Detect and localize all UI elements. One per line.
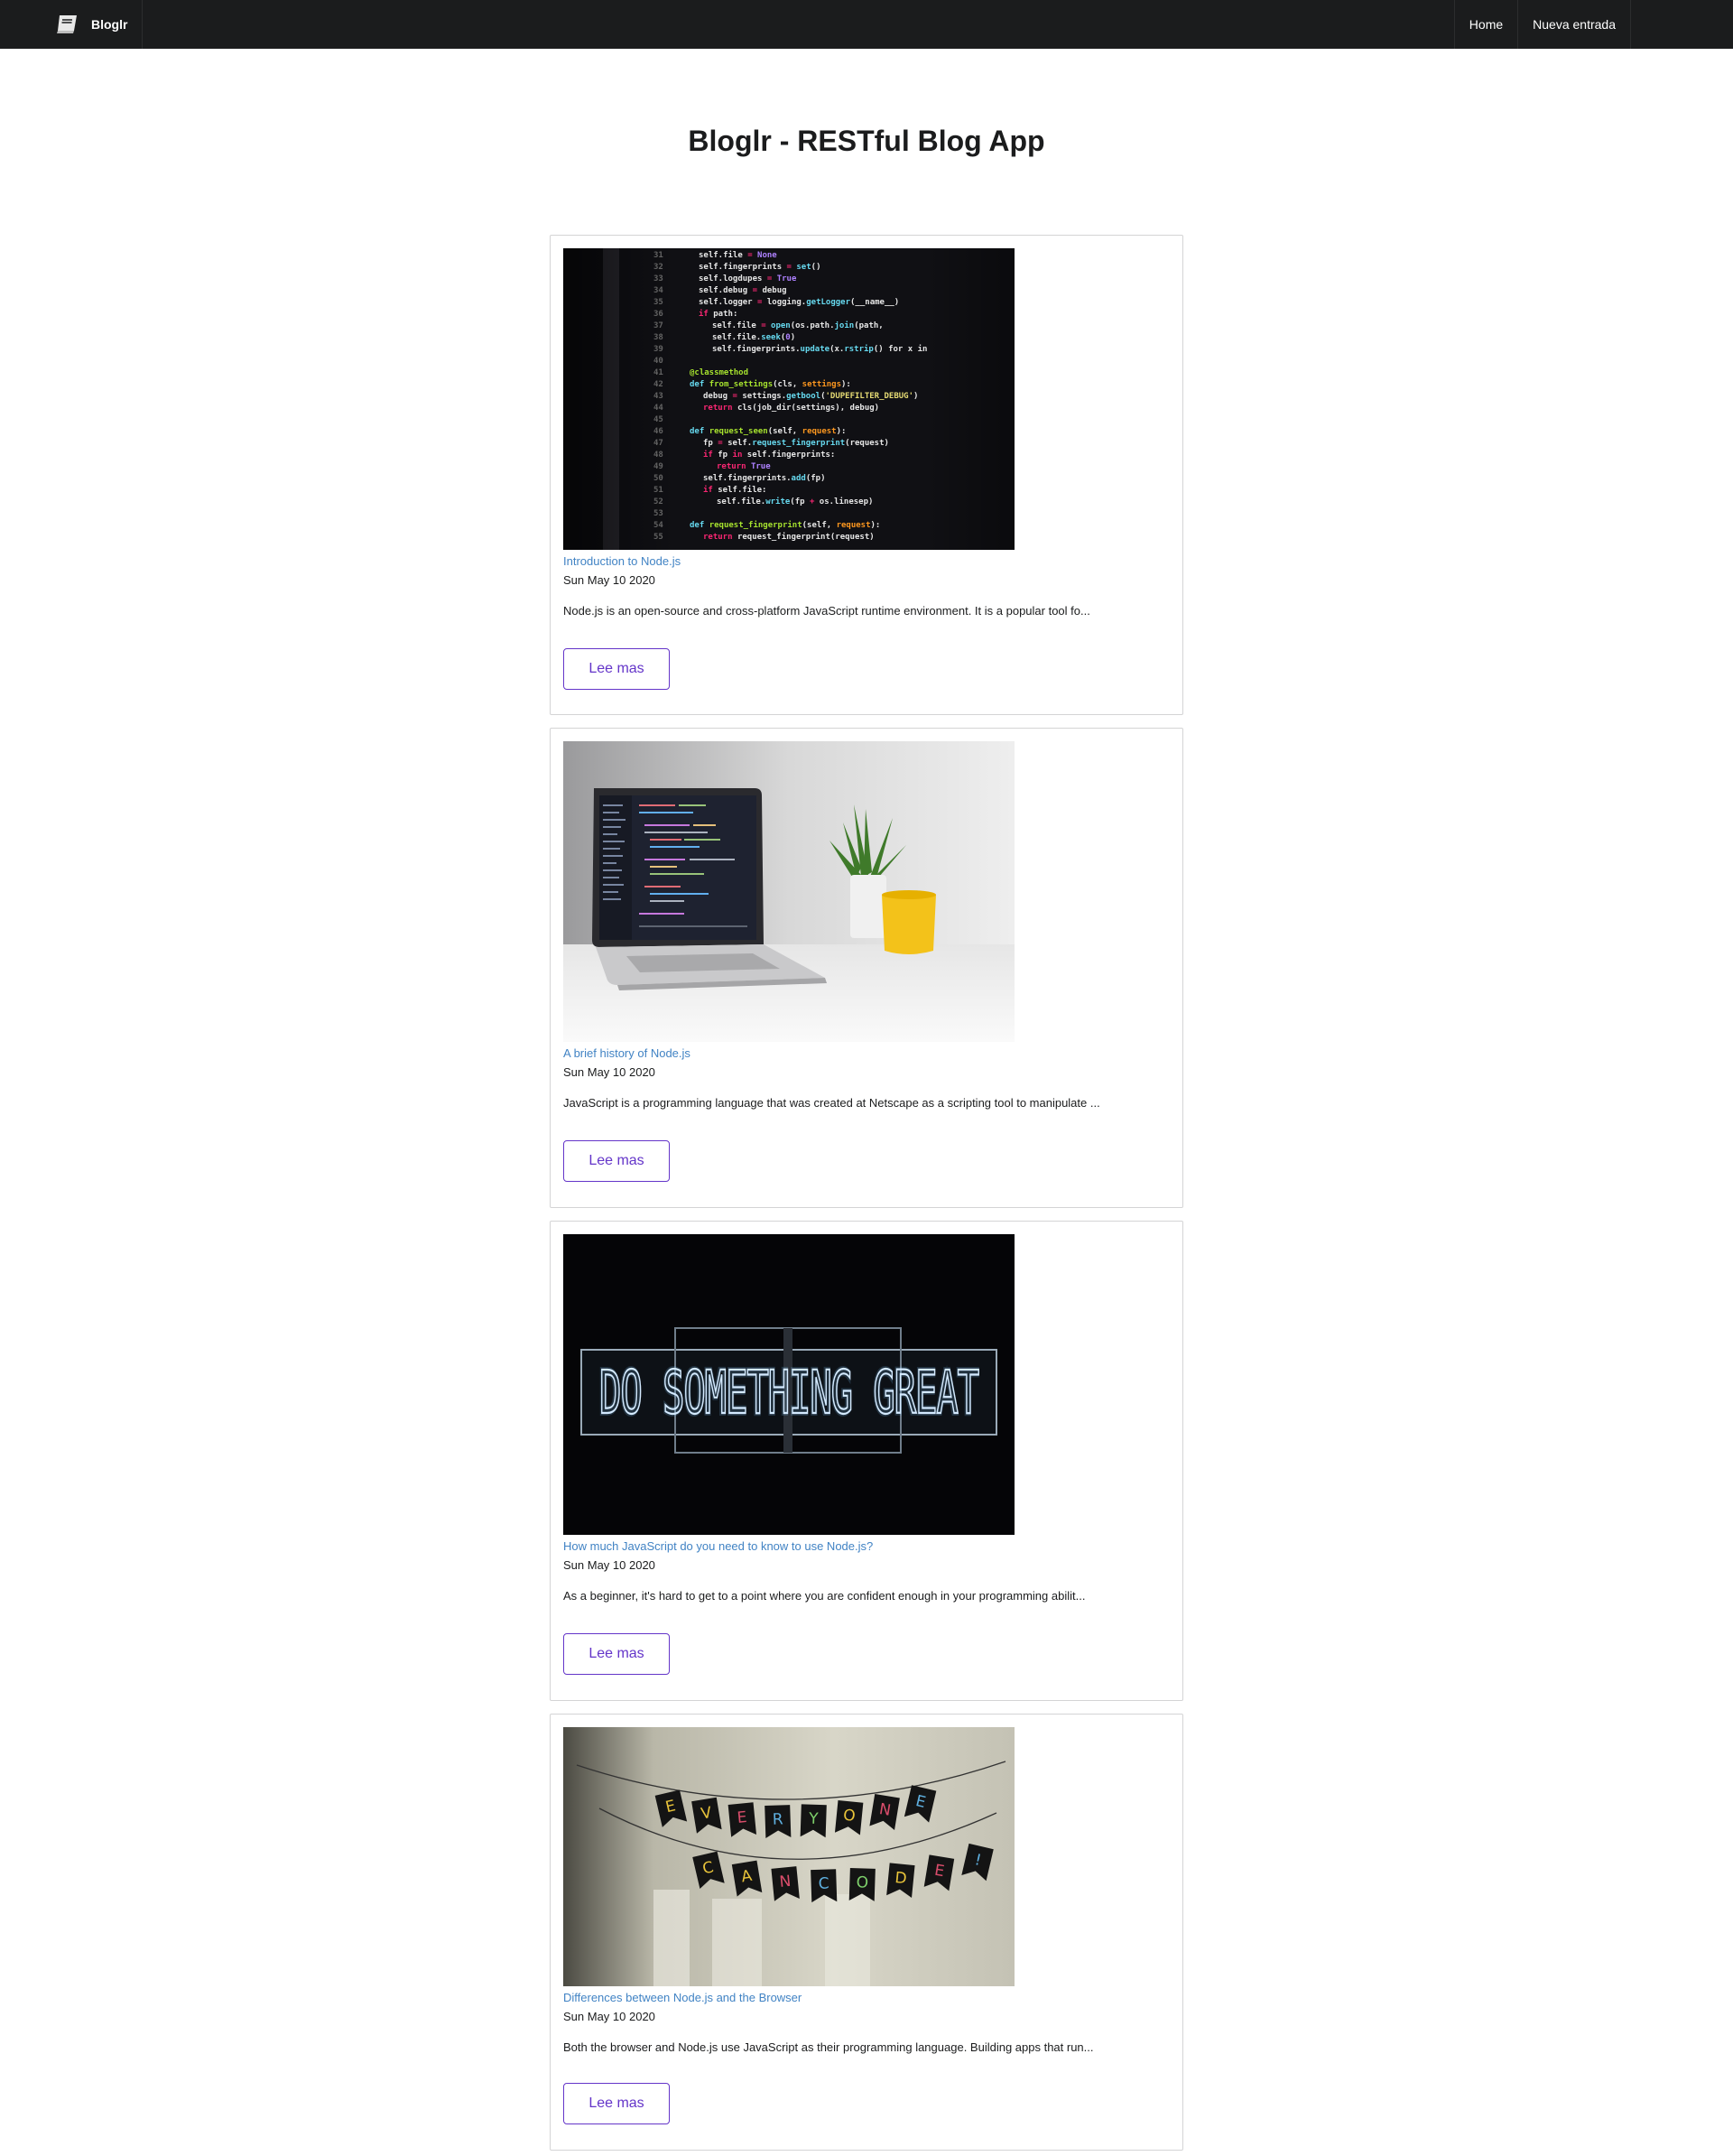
top-menu: Bloglr Home Nueva entrada [0, 0, 1733, 49]
post-excerpt: Both the browser and Node.js use JavaScr… [563, 2040, 1094, 2054]
svg-text:O: O [842, 1807, 856, 1826]
post-image-code: 313233 343536 373839 404142 434445 46474… [563, 248, 1015, 550]
nav-home[interactable]: Home [1453, 0, 1517, 49]
post-image-banner: EVERYONE C A N C O D E! [563, 1727, 1015, 1986]
post-title-link[interactable]: Introduction to Node.js [563, 554, 681, 568]
brand-label: Bloglr [91, 17, 128, 32]
post-date: Sun May 10 2020 [563, 1558, 655, 1572]
post-title-link[interactable]: A brief history of Node.js [563, 1046, 690, 1060]
svg-text:DO SOMETHING GREAT: DO SOMETHING GREAT [599, 1358, 978, 1427]
nav-new-post[interactable]: Nueva entrada [1517, 0, 1631, 49]
post-date: Sun May 10 2020 [563, 1065, 655, 1079]
post-excerpt: JavaScript is a programming language tha… [563, 1096, 1100, 1110]
svg-text:C: C [818, 1874, 829, 1892]
post-date: Sun May 10 2020 [563, 2010, 655, 2023]
book-icon [55, 14, 79, 35]
nav-right: Home Nueva entrada [1453, 0, 1631, 49]
post-card: EVERYONE C A N C O D E! Differences between No… [550, 1714, 1183, 2151]
post-excerpt: As a beginner, it's hard to get to a poi… [563, 1589, 1086, 1603]
svg-text:D: D [894, 1869, 908, 1888]
read-more-button[interactable]: Lee mas [563, 1633, 670, 1675]
svg-text:R: R [772, 1810, 783, 1828]
svg-text:Y: Y [808, 1810, 820, 1828]
read-more-button[interactable]: Lee mas [563, 1140, 670, 1182]
svg-text:O: O [856, 1873, 868, 1891]
post-excerpt: Node.js is an open-source and cross-plat… [563, 604, 1090, 618]
brand-link[interactable]: Bloglr [41, 0, 144, 49]
page-title: Bloglr - RESTful Blog App [688, 125, 1045, 157]
post-card: A brief history of Node.js Sun May 10 20… [550, 728, 1183, 1208]
read-more-button[interactable]: Lee mas [563, 648, 670, 690]
post-image-laptop [563, 741, 1015, 1042]
post-title-link[interactable]: How much JavaScript do you need to know … [563, 1539, 873, 1553]
svg-text:N: N [779, 1873, 792, 1891]
post-card: 313233 343536 373839 404142 434445 46474… [550, 235, 1183, 715]
post-image-neon: DO SOMETHING GREAT DO SOMETHING GREAT [563, 1234, 1015, 1535]
svg-text:E: E [737, 1808, 748, 1827]
post-date: Sun May 10 2020 [563, 573, 655, 587]
read-more-button[interactable]: Lee mas [563, 2083, 670, 2124]
post-title-link[interactable]: Differences between Node.js and the Brow… [563, 1991, 802, 2004]
post-card: DO SOMETHING GREAT DO SOMETHING GREAT Ho… [550, 1221, 1183, 1701]
